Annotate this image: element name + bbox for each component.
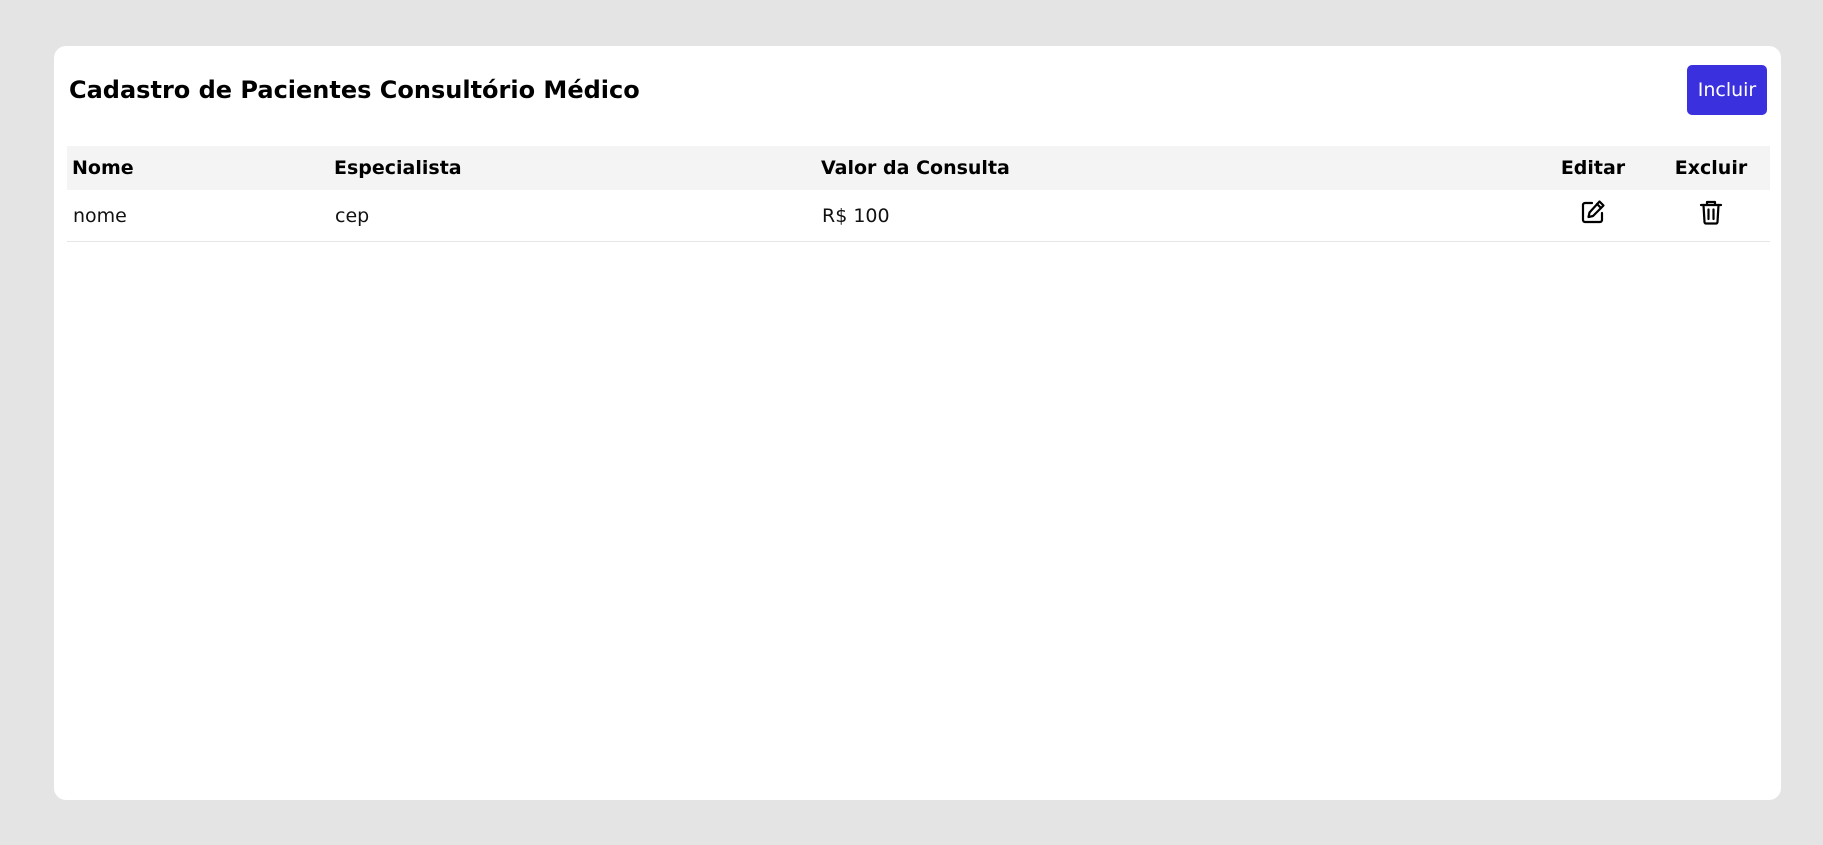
column-header-especialista: Especialista (329, 146, 816, 190)
cell-nome: nome (67, 190, 329, 242)
table-header-row: Nome Especialista Valor da Consulta Edit… (67, 146, 1770, 190)
table-row: nome cep R$ 100 (67, 190, 1770, 242)
main-card: Cadastro de Pacientes Consultório Médico… (54, 46, 1781, 800)
edit-icon[interactable] (1579, 198, 1607, 226)
trash-icon[interactable] (1697, 198, 1725, 226)
column-header-nome: Nome (67, 146, 329, 190)
page-title: Cadastro de Pacientes Consultório Médico (69, 76, 640, 104)
cell-especialista: cep (329, 190, 816, 242)
cell-valor: R$ 100 (816, 190, 1534, 242)
cell-excluir (1652, 190, 1770, 242)
column-header-excluir: Excluir (1652, 146, 1770, 190)
column-header-valor: Valor da Consulta (816, 146, 1534, 190)
column-header-editar: Editar (1534, 146, 1652, 190)
cell-editar (1534, 190, 1652, 242)
add-button[interactable]: Incluir (1687, 65, 1767, 115)
patients-table: Nome Especialista Valor da Consulta Edit… (67, 146, 1770, 242)
